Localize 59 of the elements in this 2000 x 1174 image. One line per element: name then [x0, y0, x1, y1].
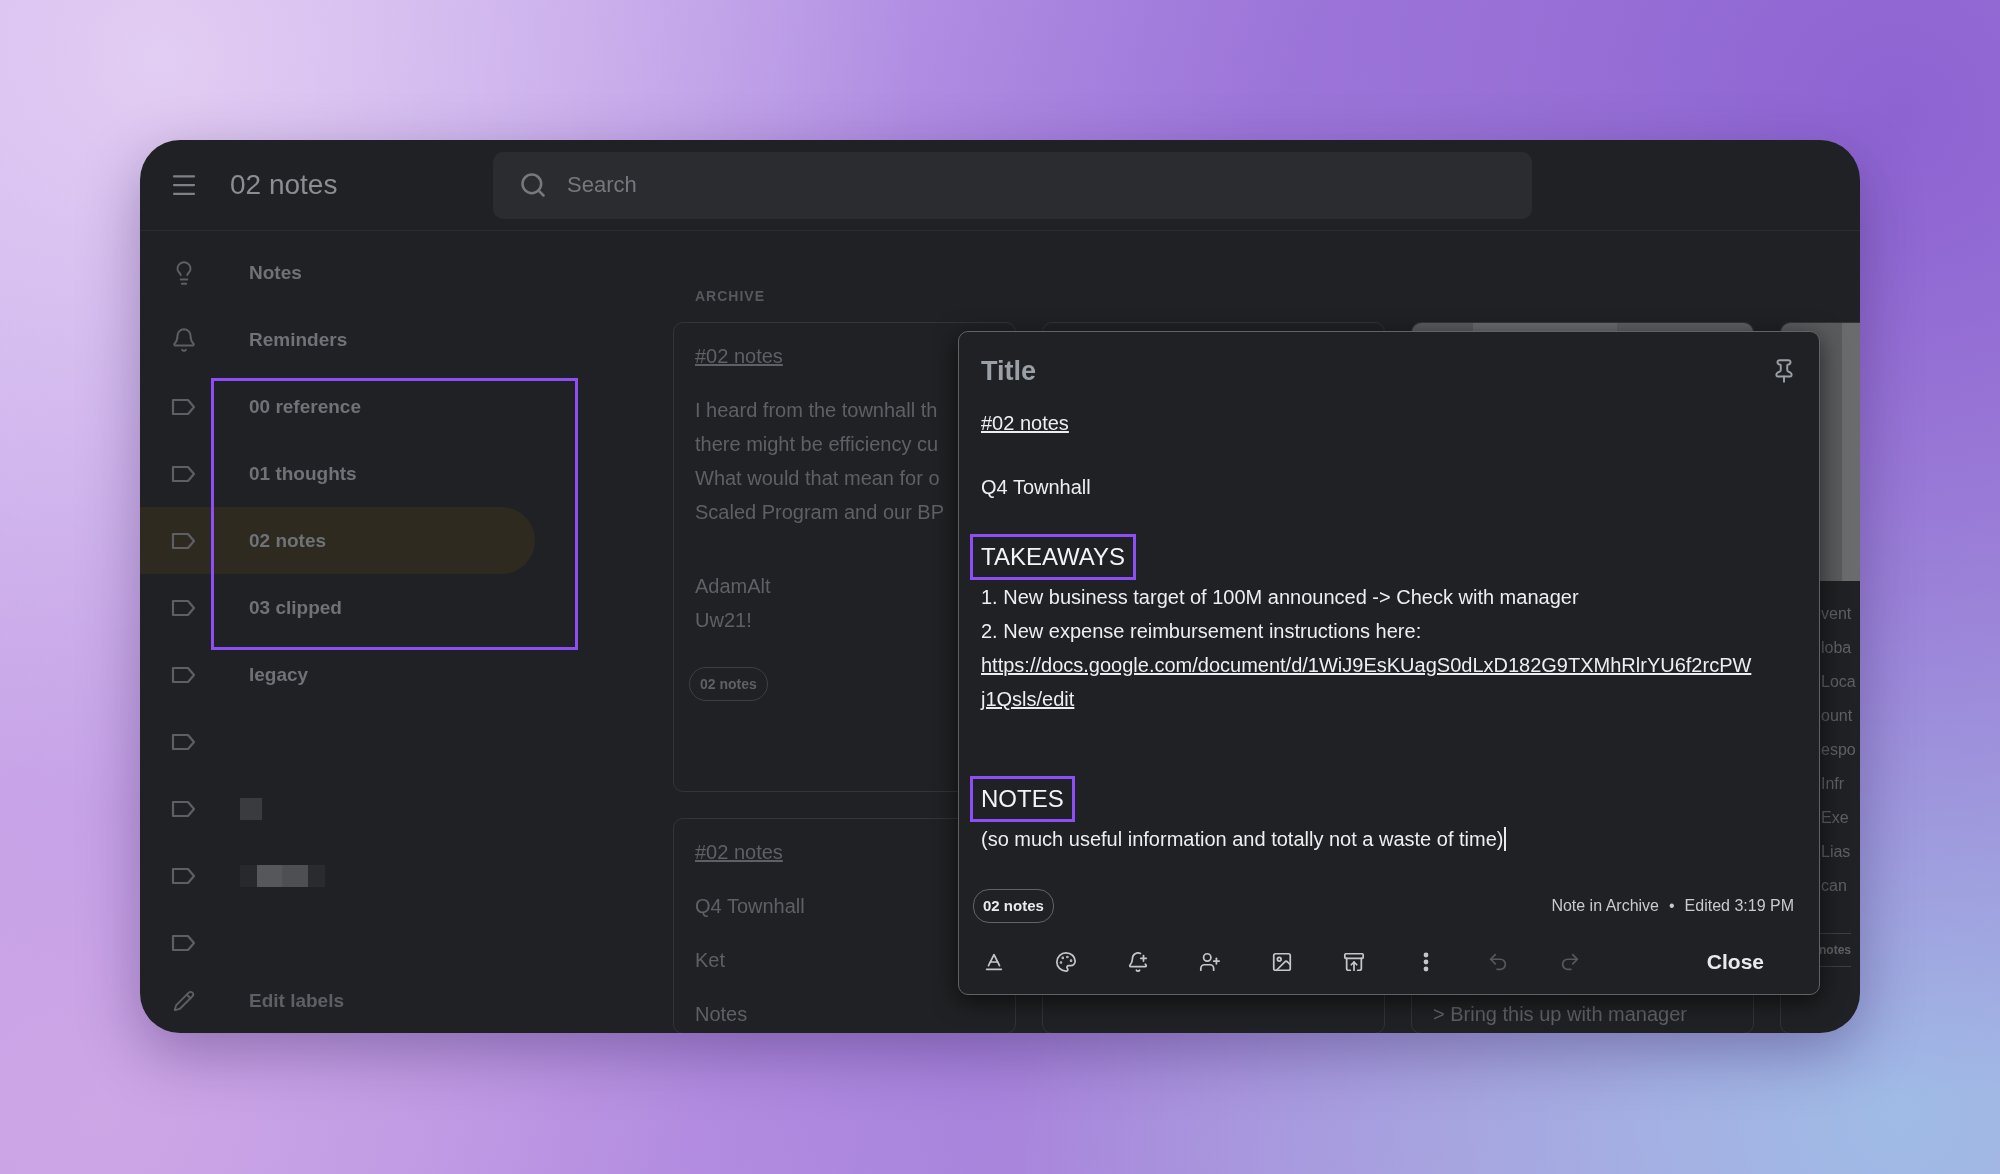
sidebar-item[interactable]: 00 reference [140, 373, 535, 440]
unarchive-icon [1343, 951, 1365, 973]
image-icon [1271, 951, 1293, 973]
redacted-block [240, 797, 262, 820]
sidebar-item[interactable]: 01 thoughts [140, 440, 535, 507]
redo-icon [1559, 951, 1581, 973]
separator-dot: • [1669, 897, 1675, 915]
note-text: vent [1821, 604, 1852, 624]
note-text: What would that mean for o [695, 466, 940, 491]
note-text: AdamAlt [695, 574, 771, 599]
note-link[interactable]: #02 notes [695, 835, 783, 869]
section-heading: TAKEAWAYS [970, 534, 1137, 580]
note-text: there might be efficiency cu [695, 432, 939, 457]
sidebar-item[interactable]: legacy [140, 641, 535, 708]
search-icon [519, 170, 547, 199]
edit-labels-button[interactable]: Edit labels [140, 976, 345, 1026]
note-text: Ket [695, 948, 726, 973]
note-text: can [1821, 876, 1847, 896]
label-icon [171, 463, 197, 484]
note-text: Uw21! [695, 608, 752, 633]
text-format-icon [983, 951, 1005, 973]
sidebar-item[interactable]: Reminders [140, 306, 535, 373]
palette-icon [1055, 951, 1077, 973]
sidebar-item[interactable]: Notes [140, 239, 535, 306]
more-icon [1423, 952, 1429, 972]
note-text: Infr [1821, 774, 1845, 794]
bell-plus-icon [1127, 951, 1149, 973]
section-label: ARCHIVE [695, 287, 766, 305]
sidebar-item[interactable]: 02 notes [140, 507, 535, 574]
archive-status: Note in Archive [1551, 897, 1659, 915]
note-text: > Bring this up with manager [1433, 1002, 1688, 1027]
label-icon [171, 396, 197, 417]
label-chip[interactable]: 02 notes [973, 889, 1054, 923]
sidebar-item[interactable]: 03 clipped [140, 574, 535, 641]
note-text: loba [1821, 638, 1852, 658]
label-icon [171, 597, 197, 618]
label-icon [171, 664, 197, 685]
note-text: Scaled Program and our BP [695, 500, 945, 525]
label-icon [171, 530, 197, 551]
note-text: Q4 Townhall [695, 894, 805, 919]
note-text: Loca [1821, 672, 1856, 692]
note-text: Lias [1821, 842, 1851, 862]
search-field[interactable]: Search [493, 151, 1532, 219]
label-icon [171, 932, 197, 953]
note-text: Exe [1821, 808, 1849, 828]
undo-icon [1487, 951, 1509, 973]
label-icon [171, 731, 197, 752]
section-heading: NOTES [970, 776, 1075, 822]
app-title: 02 notes [230, 169, 339, 201]
label-icon [171, 798, 197, 819]
bell-icon [171, 326, 197, 353]
note-link[interactable]: #02 notes [695, 339, 783, 373]
add-person-icon [1199, 951, 1221, 973]
note-text: I heard from the townhall th [695, 398, 938, 423]
note-text: espo [1821, 740, 1856, 760]
label-icon [171, 865, 197, 886]
note-text: ount [1821, 706, 1853, 726]
pencil-icon [173, 990, 195, 1012]
note-text: Notes [695, 1002, 748, 1027]
